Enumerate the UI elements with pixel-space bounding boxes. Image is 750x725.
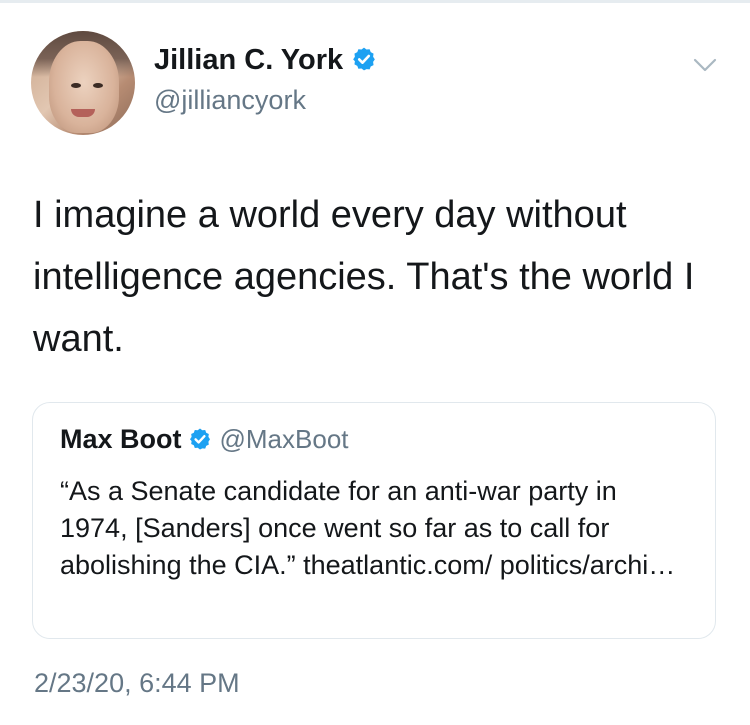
verified-badge-icon <box>351 46 377 80</box>
avatar-eye-left <box>71 83 81 88</box>
quoted-tweet-text: “As a Senate candidate for an anti-war p… <box>60 476 676 580</box>
avatar-face <box>49 41 119 133</box>
avatar-eye-right <box>93 83 103 88</box>
quoted-author-handle: @MaxBoot <box>219 424 349 454</box>
top-divider <box>0 0 750 3</box>
tweet-text: I imagine a world every day without inte… <box>33 194 695 360</box>
quoted-author-name: Max Boot <box>60 424 182 454</box>
quoted-verified-badge-icon <box>188 427 212 456</box>
author-name[interactable]: Jillian C. York <box>154 44 343 76</box>
chevron-down-icon[interactable] <box>690 50 720 80</box>
quoted-tweet-card[interactable]: Max Boot @MaxBoot “As a Senate candidate… <box>32 402 716 639</box>
avatar[interactable] <box>31 31 135 135</box>
quoted-tweet-header: Max Boot @MaxBoot <box>60 424 349 456</box>
author-handle[interactable]: @jilliancyork <box>154 85 306 116</box>
tweet-timestamp[interactable]: 2/23/20, 6:44 PM <box>34 668 240 699</box>
author-name-row[interactable]: Jillian C. York <box>154 44 377 80</box>
